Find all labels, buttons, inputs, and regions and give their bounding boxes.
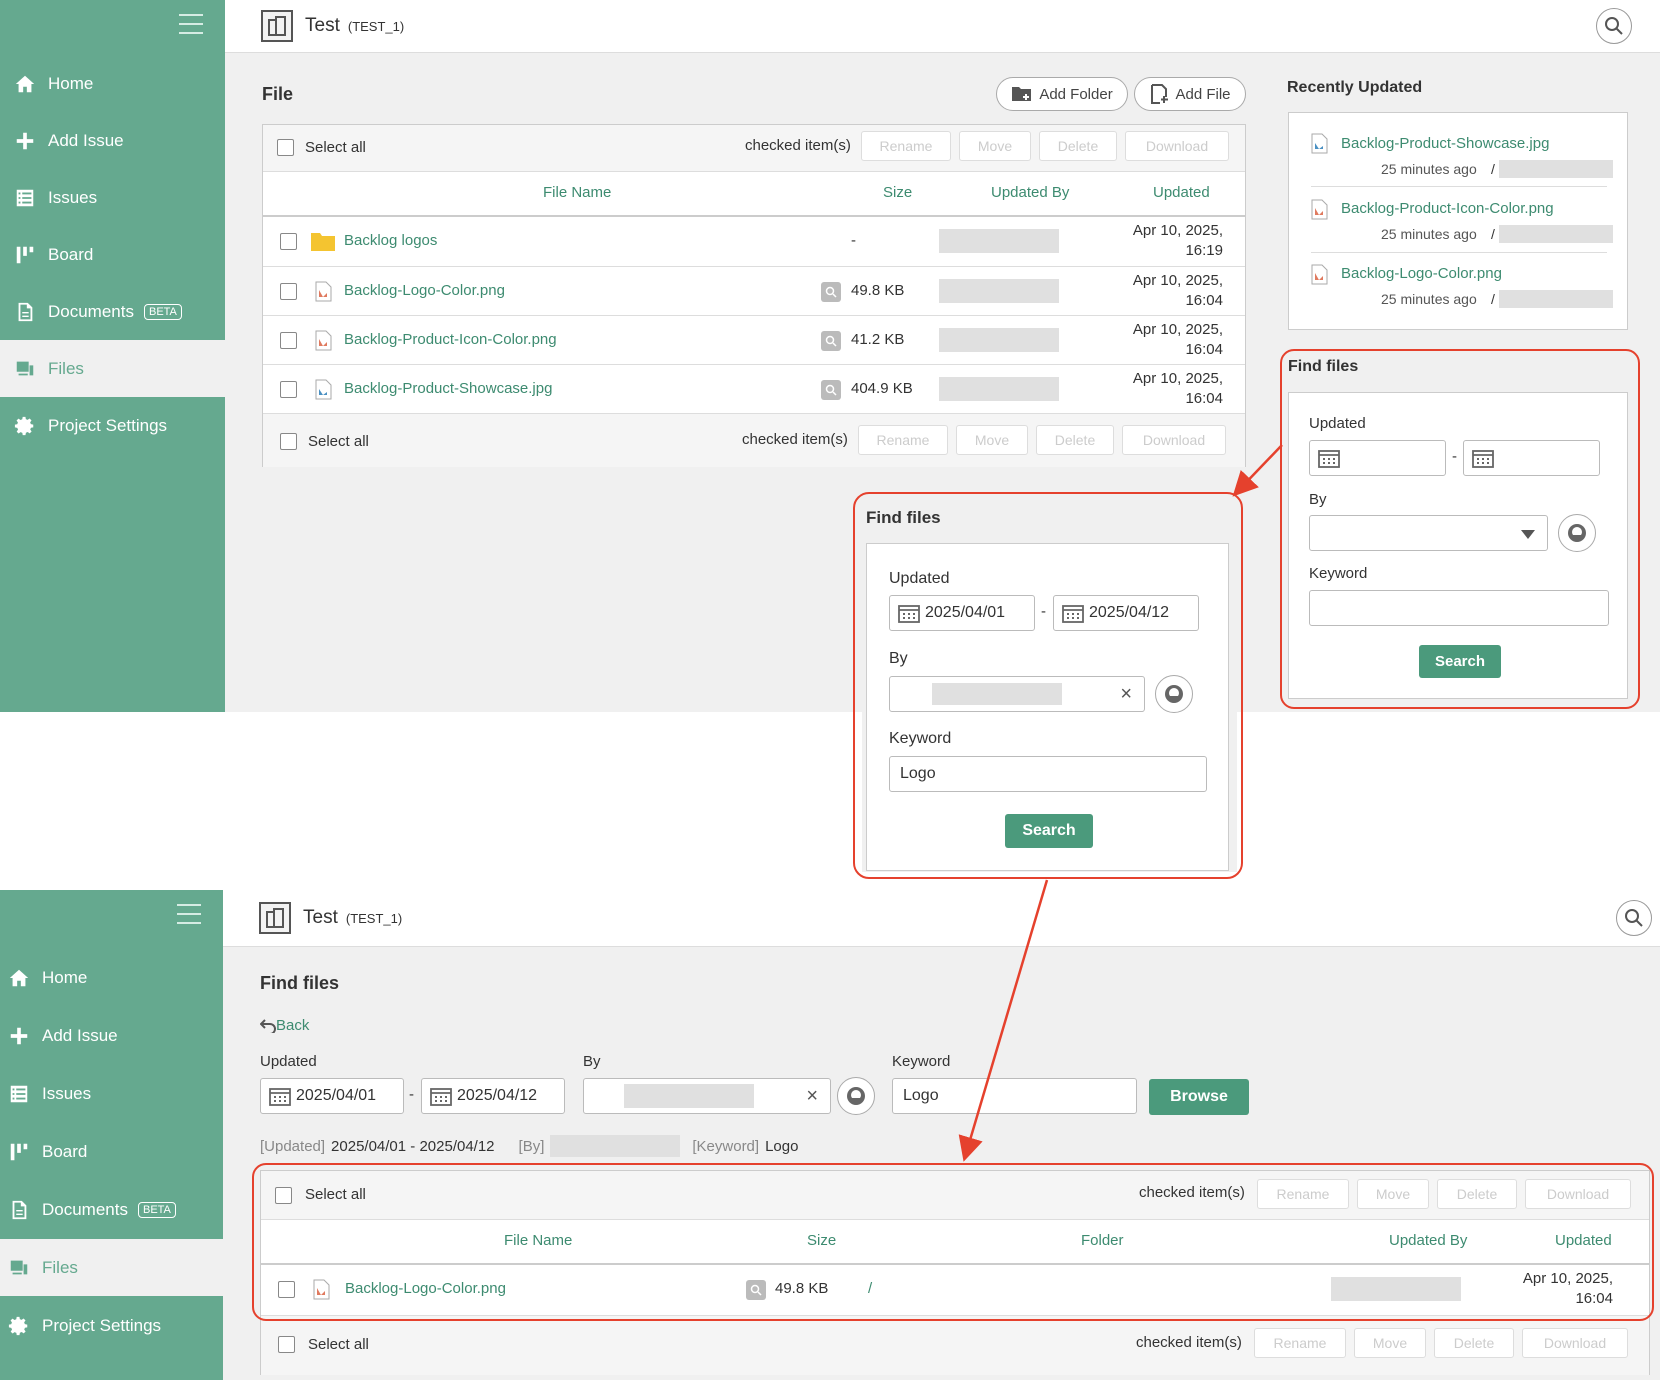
arrow-to-results — [958, 879, 1049, 1162]
annotation-arrows — [958, 444, 1283, 1162]
arrow-to-zoomed-find — [1232, 444, 1283, 497]
